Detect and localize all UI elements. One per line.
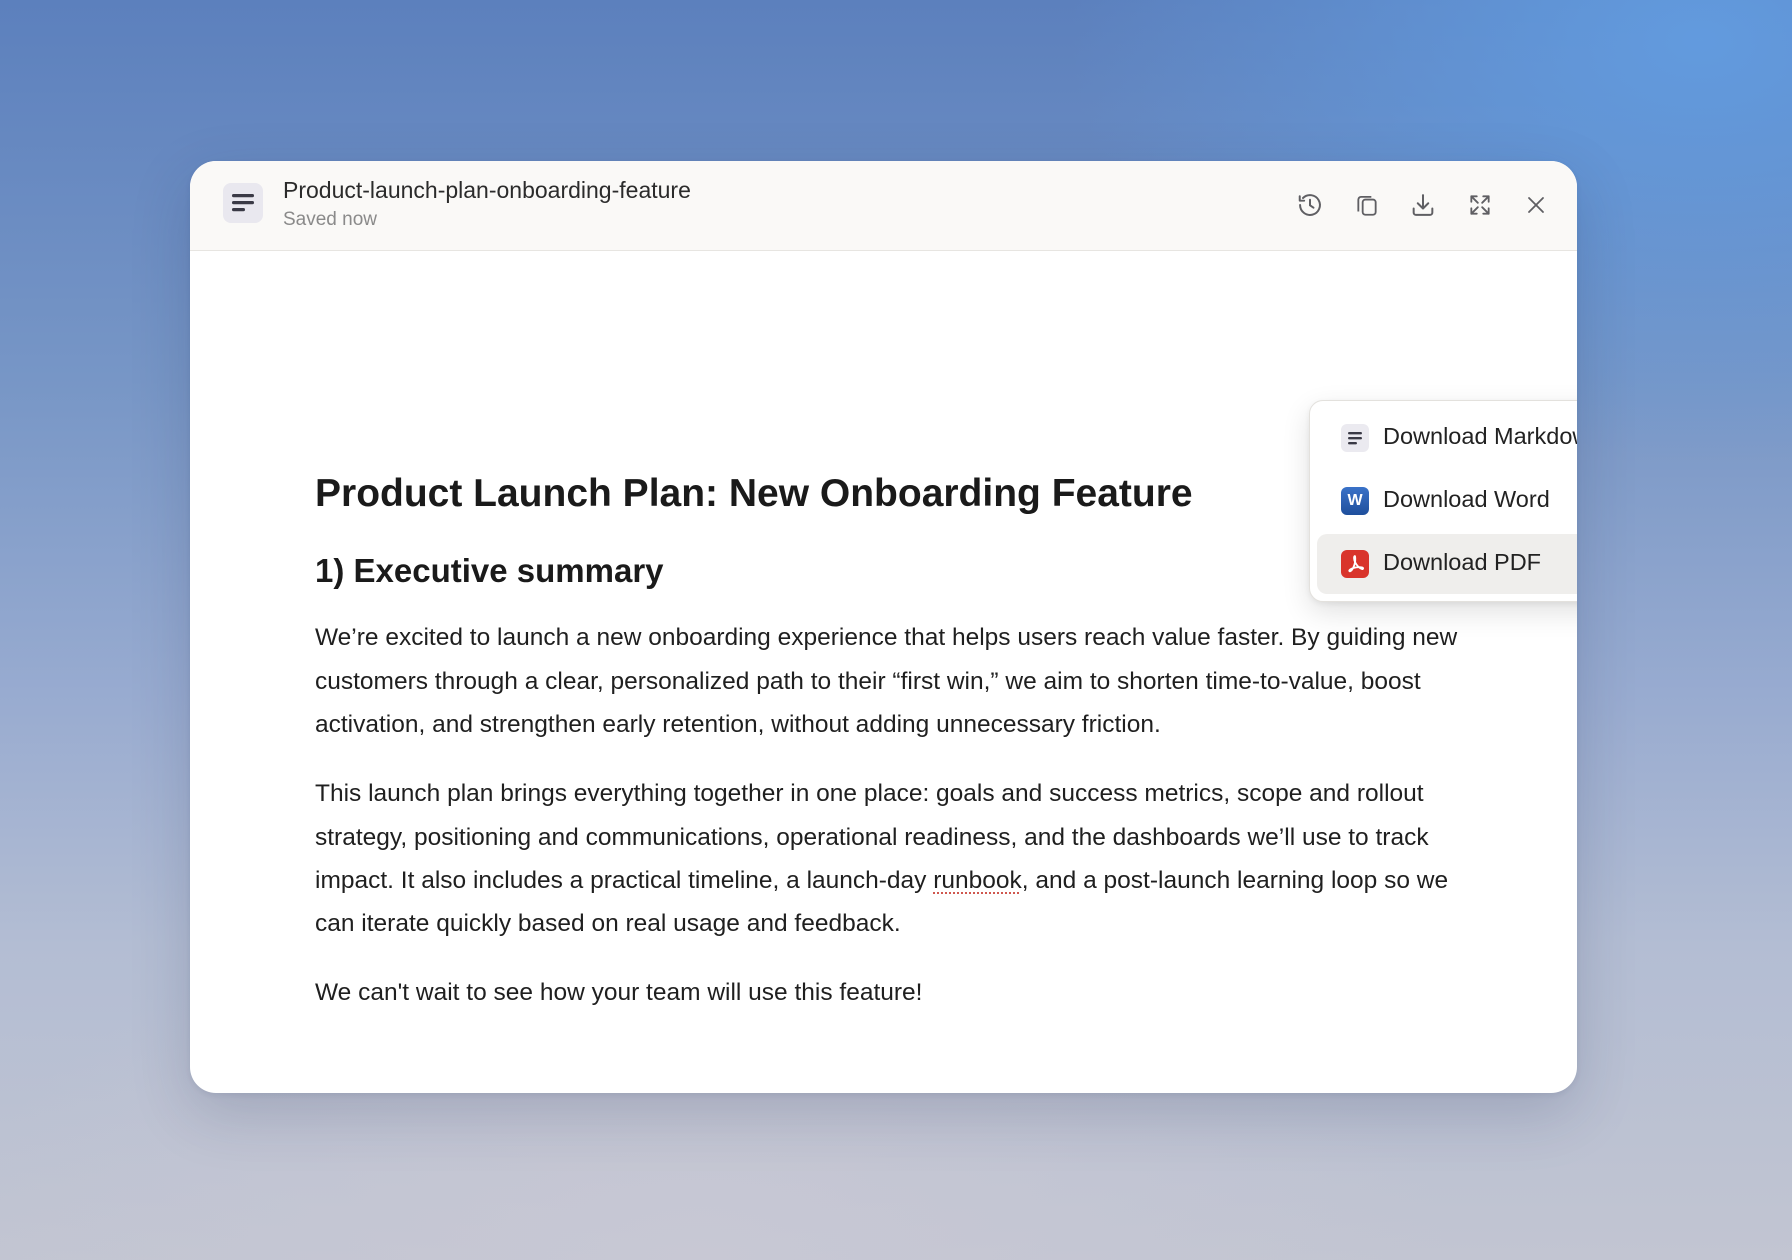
paragraph-intro: We’re excited to launch a new onboarding… (315, 624, 1458, 738)
close-icon (1528, 197, 1544, 213)
download-button[interactable] (1403, 185, 1443, 225)
menu-item-download-markdown[interactable]: Download Markdown (1317, 408, 1577, 468)
section-heading: 1) Executive summary (315, 551, 664, 589)
copy-button[interactable] (1347, 185, 1387, 225)
pdf-file-icon (1341, 550, 1369, 578)
paragraph-plan: This launch plan brings everything toget… (315, 772, 1465, 945)
history-button[interactable] (1290, 185, 1330, 225)
document-heading: Product Launch Plan: New Onboarding Feat… (315, 472, 1193, 515)
document-title[interactable]: Product-launch-plan-onboarding-feature (283, 177, 691, 204)
markdown-file-icon (1341, 424, 1369, 452)
paragraph-closing: We can't wait to see how your team will … (315, 979, 923, 1007)
menu-item-label: Download Markdown (1383, 423, 1577, 449)
menu-item-label: Download Word (1383, 486, 1550, 512)
menu-item-label: Download PDF (1383, 549, 1542, 575)
word-file-icon: W (1341, 487, 1369, 515)
document-body[interactable]: Product Launch Plan: New Onboarding Feat… (315, 471, 1465, 1015)
document-lines-icon (223, 183, 263, 223)
close-button[interactable] (1516, 185, 1556, 225)
download-icon (1412, 194, 1434, 216)
spellcheck-flagged-word[interactable]: runbook (933, 867, 1022, 894)
expand-button[interactable] (1460, 185, 1500, 225)
title-bar: Product-launch-plan-onboarding-feature S… (190, 161, 1577, 251)
word-letter: W (1347, 492, 1363, 509)
expand-icon (1470, 195, 1490, 215)
download-menu: Download Markdown W Download Word Downlo… (1309, 400, 1577, 602)
save-status: Saved now (283, 209, 378, 230)
menu-item-download-pdf[interactable]: Download PDF (1317, 534, 1577, 594)
document-window: Product-launch-plan-onboarding-feature S… (190, 161, 1577, 1093)
history-icon (1298, 194, 1321, 216)
menu-item-download-word[interactable]: W Download Word (1317, 471, 1577, 531)
copy-icon (1357, 195, 1377, 216)
